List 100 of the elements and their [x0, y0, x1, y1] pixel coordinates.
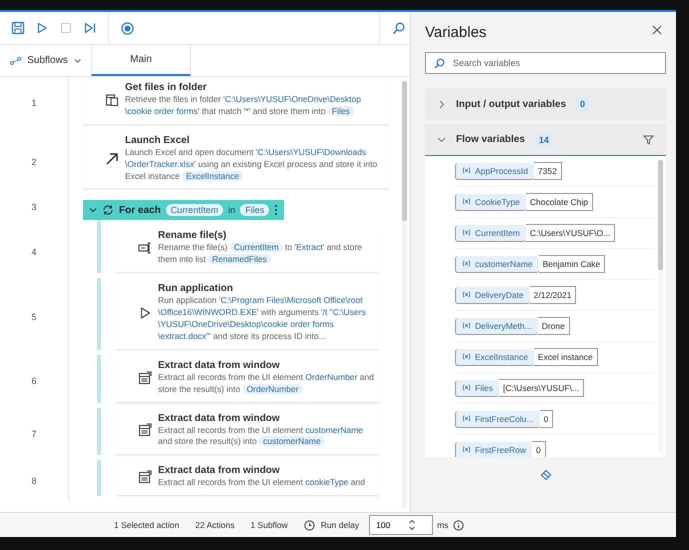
action-card[interactable]: Extract data from window Extract all records from the UI element cookieType and: [116, 460, 379, 496]
run-delay-label: Run delay: [320, 520, 360, 530]
window-icon: [138, 423, 152, 438]
action-title: Launch Excel: [125, 134, 190, 146]
chevron-down-icon: [437, 135, 446, 144]
filter-icon[interactable]: [643, 134, 654, 144]
play-icon: [138, 306, 152, 320]
variable-value: 7352: [534, 162, 562, 180]
action-card[interactable]: Rename file(s) Rename the file(s) CurrentItem to 'Extract' and store them into list RenamedFiles: [116, 225, 379, 274]
section-header[interactable]: Input / output variables 0: [425, 88, 666, 120]
panel-title: Variables: [425, 24, 486, 40]
window-icon: [138, 470, 152, 484]
variable-icon: [462, 384, 471, 391]
action-title: Extract data from window: [158, 412, 281, 424]
action-description: Launch Excel and open document 'C:\Users\YUSUF\Downloads \OrderTracker.xlsx' using an existing Excel process and store it into Excel instance ExcelInstance: [125, 146, 378, 182]
more-icon[interactable]: [274, 204, 278, 216]
loop-icon: [102, 204, 114, 216]
action-description: Rename the file(s) CurrentItem to 'Extract' and store them into list RenamedFiles: [158, 242, 364, 266]
variable-name[interactable]: DeliveryDate: [455, 286, 530, 304]
action-title: Run application: [158, 283, 234, 294]
variable-name[interactable]: CookieType: [455, 194, 526, 210]
action-title: Get files in folder: [125, 82, 208, 93]
action-title: Extract data from window: [158, 465, 281, 476]
spinner-icon[interactable]: [408, 518, 416, 532]
chevron-down-icon: [74, 58, 81, 64]
variable-value: Benjamin Cake: [538, 255, 606, 273]
section-title: Flow variables: [456, 134, 525, 145]
loop-header[interactable]: For each CurrentItem in Files: [83, 200, 284, 220]
tab[interactable]: Main: [91, 45, 191, 76]
step-icon[interactable]: [84, 22, 96, 34]
status-text: 22 Actions: [195, 520, 234, 530]
line-number: 7: [0, 408, 69, 460]
variable-icon: [462, 260, 471, 267]
chevron-down-icon[interactable]: [89, 206, 97, 214]
scrollbar-thumb[interactable]: [402, 81, 407, 221]
variable-value: C:\Users\YUSUF\O...: [526, 224, 616, 242]
variable-value: 2/12/2021: [530, 286, 576, 304]
action-card[interactable]: Launch Excel Launch Excel and open document 'C:\Users\YUSUF\Downloads \OrderTracker.xlsx' using an existing Excel process and store it into Excel instance ExcelInstance: [83, 130, 389, 190]
info-icon: [453, 520, 464, 530]
action-description: Retrieve the files in folder 'C:\Users\YUSUF\OneDrive\Desktop \cookie order forms' that match '*' and store them into Files: [125, 94, 362, 118]
action-description: Extract all records from the UI element OrderNumber and store the result(s) into OrderNumber: [158, 372, 375, 396]
close-icon[interactable]: [652, 25, 662, 35]
loop-text: in: [228, 205, 236, 216]
variable-value: Chocolate Chip: [526, 193, 594, 211]
section-title: Input / output variables: [456, 98, 566, 110]
search-icon[interactable]: [392, 22, 404, 34]
variable-icon: [462, 229, 471, 236]
variable-name[interactable]: ExcelInstance: [455, 348, 534, 366]
chevron-right-icon: [437, 100, 446, 108]
status-text: 1 Selected action: [114, 520, 180, 530]
variable-icon: [462, 291, 471, 298]
variable-name[interactable]: AppProcessId: [455, 162, 534, 180]
variable-value: 0: [540, 410, 554, 428]
line-number: 8: [0, 460, 69, 502]
line-number: 1: [0, 77, 69, 130]
action-description: Run application 'C:\Program Files\Microsoft Office\root \Office16\WINWORD.EXE' with arguments '/t "C:\Users \YUSUF\OneDrive\Desktop\cookie order forms \extract.docx"' and store its process ID into...: [158, 295, 367, 343]
eraser-icon[interactable]: [540, 469, 552, 481]
line-number: 3: [0, 194, 69, 220]
variable-name[interactable]: customerName: [455, 256, 539, 272]
window-icon: [138, 370, 152, 385]
action-card[interactable]: Get files in folder Retrieve the files in folder 'C:\Users\YUSUF\OneDrive\Desktop \cookie order forms' that match '*' and store them into Files: [83, 77, 389, 125]
variable-tag: CurrentItem: [166, 204, 224, 216]
count-badge: 14: [534, 132, 553, 146]
variable-value: 0: [532, 441, 546, 457]
save-icon[interactable]: [11, 21, 25, 35]
action-card[interactable]: Extract data from window Extract all records from the UI element OrderNumber and store the result(s) into OrderNumber: [116, 354, 379, 403]
action-title: Rename file(s): [158, 230, 228, 242]
scrollbar-thumb[interactable]: [658, 160, 663, 270]
search-field[interactable]: Search variables: [453, 58, 657, 68]
action-card[interactable]: Extract data from window Extract all records from the UI element customerName and store the result(s) into customerName: [116, 408, 379, 456]
status-text: 1 Subflow: [250, 520, 288, 530]
unit-label: ms: [437, 520, 448, 530]
variable-icon: [462, 446, 471, 453]
search-box[interactable]: Search variables: [425, 52, 666, 74]
variable-icon: [462, 415, 471, 422]
variable-name[interactable]: CurrentItem: [455, 224, 526, 242]
search-icon: [434, 58, 445, 68]
variable-icon: [462, 167, 471, 174]
line-number: 4: [0, 225, 69, 278]
record-icon[interactable]: [120, 22, 134, 34]
action-description: Extract all records from the UI element customerName and store the result(s) into customerName: [158, 424, 364, 448]
variable-value: Excel instance: [534, 348, 598, 366]
count-badge: 0: [576, 97, 590, 111]
run-delay-box[interactable]: 100: [369, 515, 434, 535]
variable-icon: [462, 322, 471, 329]
line-number: 5: [0, 278, 69, 355]
play-icon[interactable]: [36, 22, 48, 34]
variable-name[interactable]: DeliveryMeth...: [455, 318, 538, 334]
variable-icon: [462, 198, 471, 205]
run-delay-field[interactable]: 100: [376, 520, 406, 530]
variable-name[interactable]: FirstFreeColu...: [455, 410, 540, 428]
variable-value: Drone: [538, 317, 570, 335]
variable-name[interactable]: FirstFreeRow: [455, 442, 532, 457]
line-number: 6: [0, 354, 69, 408]
subflows-dropdown[interactable]: Subflows: [0, 45, 91, 76]
variable-name[interactable]: Files: [455, 380, 499, 396]
section-header[interactable]: Flow variables 14: [425, 124, 666, 156]
rename-icon: [138, 241, 152, 256]
action-title: Extract data from window: [158, 360, 281, 371]
arrow-icon: [105, 152, 119, 166]
